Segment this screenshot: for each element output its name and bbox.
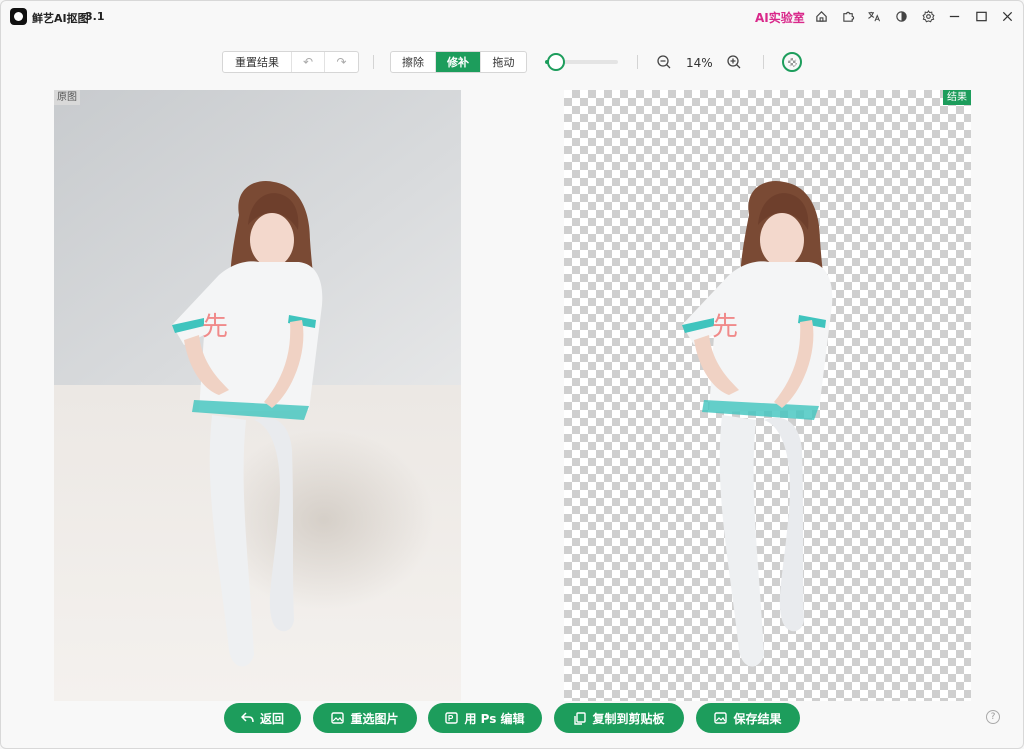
shirt-print: 先 <box>202 312 228 342</box>
original-image-panel: 先 原图 <box>54 90 461 701</box>
mode-drag-button[interactable]: 拖动 <box>481 52 526 72</box>
mode-repair-button[interactable]: 修补 <box>436 52 481 72</box>
redo-icon: ↷ <box>336 55 347 69</box>
undo-icon: ↶ <box>302 55 314 69</box>
minimize-icon[interactable] <box>945 7 963 25</box>
translate-icon[interactable] <box>865 7 883 25</box>
toolbar-divider <box>637 55 638 69</box>
home-icon[interactable] <box>812 7 830 25</box>
reset-button[interactable]: 重置结果 <box>223 52 292 72</box>
background-toggle-icon[interactable] <box>782 52 802 72</box>
save-result-button[interactable]: 保存结果 <box>696 703 800 733</box>
save-image-icon <box>714 712 728 724</box>
help-icon[interactable]: ? <box>986 710 1000 724</box>
ps-icon <box>445 712 459 724</box>
close-icon[interactable] <box>998 7 1016 25</box>
undo-button[interactable]: ↶ <box>292 52 325 72</box>
image-icon <box>331 712 345 724</box>
girl-figure-cutout: 先 <box>682 180 833 667</box>
puzzle-icon[interactable] <box>839 7 857 25</box>
save-result-label: 保存结果 <box>733 711 782 726</box>
brush-size-handle[interactable] <box>546 53 565 71</box>
mode-erase-button[interactable]: 擦除 <box>391 52 436 72</box>
result-cutout: 先 <box>682 180 833 667</box>
app-version: 3.1 <box>85 10 105 23</box>
back-button[interactable]: 返回 <box>224 703 301 733</box>
toolbar-divider <box>373 55 374 69</box>
zoom-in-icon[interactable] <box>726 54 742 70</box>
copy-to-clipboard-label: 复制到剪贴板 <box>592 711 665 726</box>
edit-toolbar: 重置结果 ↶ ↷ 擦除 修补 拖动 14% <box>1 45 1023 77</box>
toolbar-divider <box>763 55 764 69</box>
original-tag: 原图 <box>54 90 80 105</box>
settings-icon[interactable] <box>919 7 937 25</box>
result-image-panel: 先 结果 <box>564 90 971 701</box>
history-group: 重置结果 ↶ ↷ <box>222 51 359 73</box>
title-bar: 鲜艺AI抠图 3.1 AI实验室 <box>1 1 1023 31</box>
edit-in-ps-label: 用 Ps 编辑 <box>464 711 525 726</box>
shirt-print: 先 <box>712 312 738 342</box>
back-icon <box>240 712 254 723</box>
redo-button[interactable]: ↷ <box>325 52 358 72</box>
zoom-level: 14% <box>686 56 713 70</box>
zoom-out-icon[interactable] <box>656 54 672 70</box>
app-window: 鲜艺AI抠图 3.1 AI实验室 重置结果 ↶ ↷ 擦除 修补 拖动 14% 先… <box>0 0 1024 749</box>
copy-to-clipboard-button[interactable]: 复制到剪贴板 <box>554 703 684 733</box>
action-bar: 返回 重选图片 用 Ps 编辑 复制到剪贴板 保存结果 <box>1 703 1023 735</box>
contrast-icon[interactable] <box>892 7 910 25</box>
copy-icon <box>574 711 587 725</box>
maximize-icon[interactable] <box>972 7 990 25</box>
app-name: 鲜艺AI抠图 <box>32 12 89 25</box>
back-label: 返回 <box>259 711 284 726</box>
reselect-image-label: 重选图片 <box>350 711 399 726</box>
mode-group: 擦除 修补 拖动 <box>390 51 527 73</box>
app-logo-icon <box>10 8 27 25</box>
original-photo: 先 <box>54 90 461 701</box>
ai-lab-link[interactable]: AI实验室 <box>755 9 805 26</box>
result-tag: 结果 <box>943 90 971 105</box>
edit-in-ps-button[interactable]: 用 Ps 编辑 <box>428 703 542 733</box>
reselect-image-button[interactable]: 重选图片 <box>313 703 417 733</box>
